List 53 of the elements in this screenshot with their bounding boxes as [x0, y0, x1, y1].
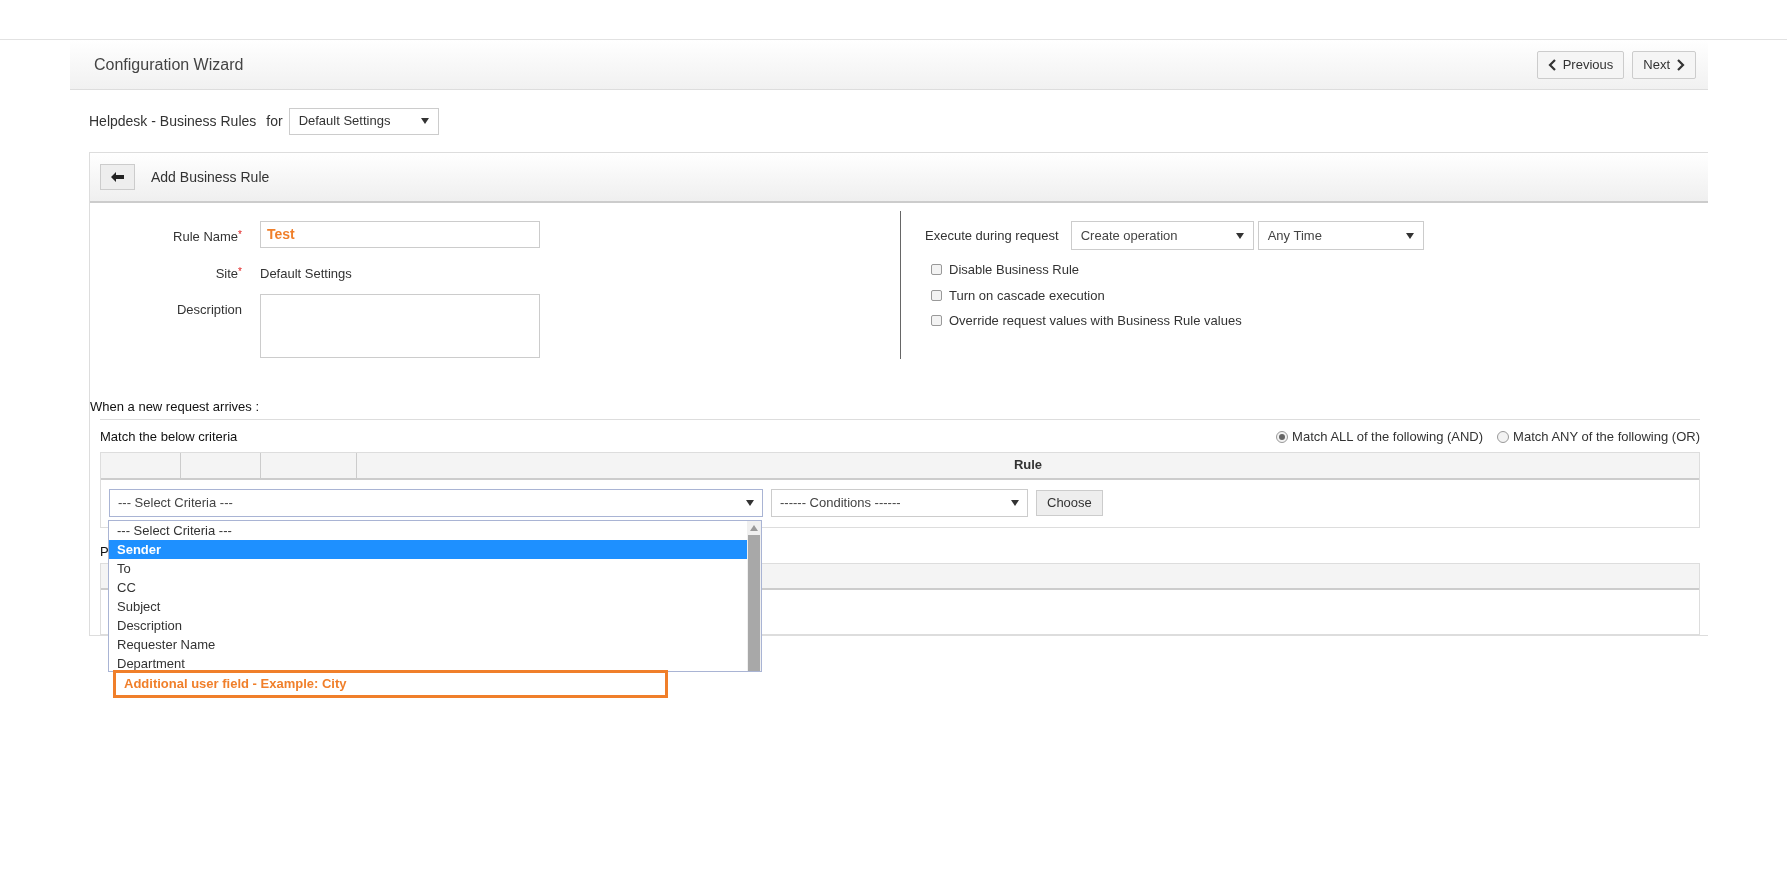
- caret-icon: [1405, 232, 1414, 239]
- previous-button[interactable]: Previous: [1536, 50, 1625, 79]
- for-label: for: [266, 111, 283, 131]
- column-header: Rule: [1013, 456, 1043, 475]
- checkbox[interactable]: [931, 264, 942, 276]
- required-mark: *: [238, 265, 242, 277]
- dropdown-option[interactable]: Department: [109, 654, 747, 671]
- field-label: Description: [176, 300, 242, 319]
- site-value: Default Settings: [260, 265, 352, 283]
- caret-icon: [746, 500, 754, 506]
- section-heading: When a new request arrives :: [90, 398, 261, 416]
- module-label: Helpdesk - Business Rules: [89, 111, 257, 131]
- dropdown-option[interactable]: CC: [109, 578, 747, 597]
- dropdown-option[interactable]: Requester Name: [109, 635, 747, 654]
- dropdown-option[interactable]: Description: [109, 616, 747, 635]
- caret-icon: [1011, 500, 1019, 506]
- caret-icon: [1235, 232, 1244, 239]
- scroll-up-icon: [750, 525, 758, 531]
- description-field[interactable]: [260, 293, 540, 358]
- criteria-select[interactable]: --- Select Criteria ---: [109, 489, 763, 517]
- chevron-left-icon: [1547, 58, 1558, 71]
- wizard-title: Configuration Wizard: [94, 54, 244, 75]
- panel-title: Add Business Rule: [151, 167, 270, 187]
- next-button[interactable]: Next: [1632, 50, 1696, 79]
- annotation-box: Additional user field - Example: City: [113, 670, 668, 698]
- checkbox[interactable]: [931, 315, 942, 327]
- conditions-select[interactable]: ------ Conditions ------: [771, 489, 1028, 517]
- checkbox[interactable]: [931, 289, 942, 301]
- dropdown-option[interactable]: --- Select Criteria ---: [109, 521, 747, 540]
- criteria-label: Match the below criteria: [100, 427, 238, 446]
- chevron-right-icon: [1675, 58, 1685, 71]
- back-button[interactable]: [100, 164, 135, 190]
- field-label: Rule Name: [173, 228, 239, 246]
- scrollbar[interactable]: [747, 521, 761, 671]
- dropdown-option[interactable]: To: [109, 559, 747, 578]
- radio-button[interactable]: [1276, 430, 1289, 443]
- arrow-left-icon: [111, 172, 124, 182]
- caret-icon: [420, 118, 429, 124]
- dropdown-option[interactable]: Subject: [109, 597, 747, 616]
- site-select[interactable]: Default Settings: [288, 107, 439, 135]
- execute-select[interactable]: Create operation: [1070, 221, 1254, 250]
- radio-button[interactable]: [1497, 430, 1510, 443]
- checkbox-label: Disable Business Rule: [949, 261, 1080, 279]
- field-label: Site: [215, 265, 239, 283]
- checkbox-label: Override request values with Business Rule values: [949, 312, 1242, 330]
- required-mark: *: [238, 228, 242, 240]
- section-label: P: [100, 542, 109, 561]
- execute-label: Execute during request: [925, 226, 1059, 245]
- execute-select[interactable]: Any Time: [1257, 221, 1424, 250]
- radio-label: Match ANY of the following (OR): [1513, 427, 1700, 446]
- radio-label: Match ALL of the following (AND): [1292, 427, 1484, 446]
- checkbox-label: Turn on cascade execution: [949, 286, 1105, 305]
- choose-button[interactable]: Choose: [1036, 490, 1103, 516]
